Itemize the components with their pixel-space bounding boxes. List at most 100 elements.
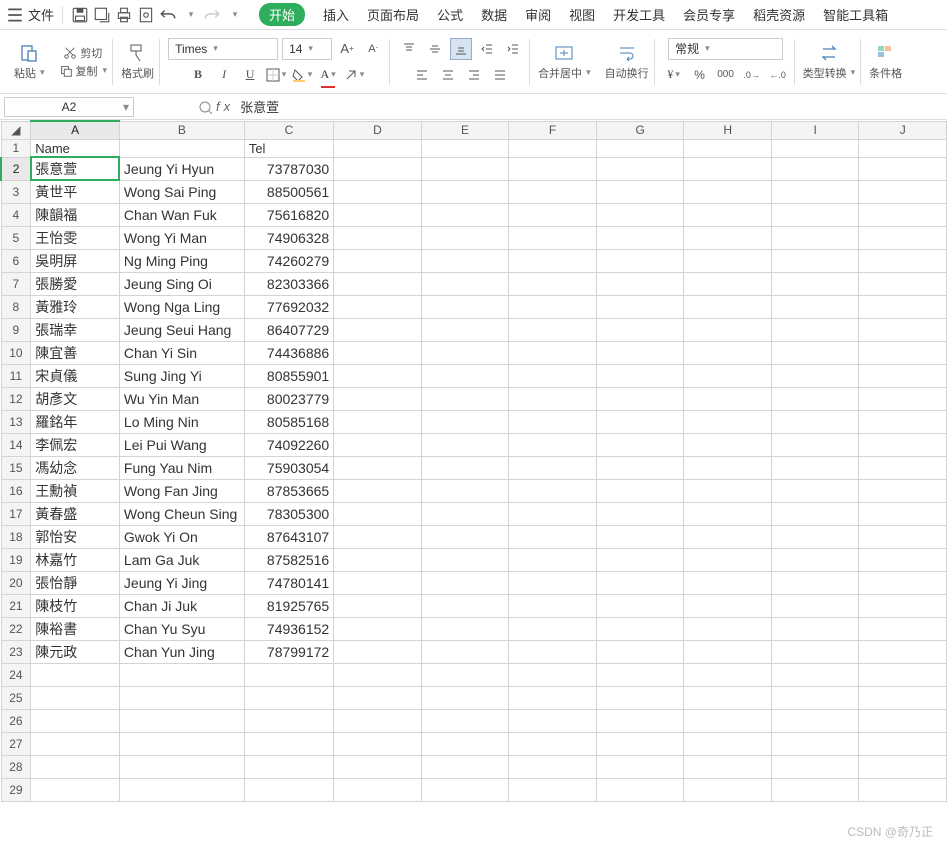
row-header-28[interactable]: 28 xyxy=(1,755,31,778)
cell-B8[interactable]: Wong Nga Ling xyxy=(119,295,244,318)
cell-A5[interactable]: 王怡雯 xyxy=(31,226,120,249)
cell-B20[interactable]: Jeung Yi Jing xyxy=(119,571,244,594)
tab-3[interactable]: 公式 xyxy=(437,5,463,24)
row-header-8[interactable]: 8 xyxy=(1,295,31,318)
row-header-7[interactable]: 7 xyxy=(1,272,31,295)
row-header-11[interactable]: 11 xyxy=(1,364,31,387)
undo-dropdown[interactable] xyxy=(181,6,199,24)
print-preview-icon[interactable] xyxy=(137,6,155,24)
row-header-5[interactable]: 5 xyxy=(1,226,31,249)
cell-C15[interactable]: 75903054 xyxy=(244,456,333,479)
cell-A12[interactable]: 胡彥文 xyxy=(31,387,120,410)
tab-10[interactable]: 智能工具箱 xyxy=(823,5,888,24)
cell-C4[interactable]: 75616820 xyxy=(244,203,333,226)
tab-0[interactable]: 开始 xyxy=(259,3,305,26)
col-header-C[interactable]: C xyxy=(244,121,333,139)
row-header-14[interactable]: 14 xyxy=(1,433,31,456)
align-top-button[interactable] xyxy=(398,38,420,60)
cell-B22[interactable]: Chan Yu Syu xyxy=(119,617,244,640)
cell-C23[interactable]: 78799172 xyxy=(244,640,333,663)
cell-C22[interactable]: 74936152 xyxy=(244,617,333,640)
cell-B10[interactable]: Chan Yi Sin xyxy=(119,341,244,364)
row-header-13[interactable]: 13 xyxy=(1,410,31,433)
row-header-26[interactable]: 26 xyxy=(1,709,31,732)
cell-B4[interactable]: Chan Wan Fuk xyxy=(119,203,244,226)
cell-B7[interactable]: Jeung Sing Oi xyxy=(119,272,244,295)
underline-button[interactable]: U xyxy=(239,64,261,86)
col-header-F[interactable]: F xyxy=(509,121,597,139)
redo-icon[interactable] xyxy=(203,6,221,24)
cell-A6[interactable]: 吳明屏 xyxy=(31,249,120,272)
cell-A18[interactable]: 郭怡安 xyxy=(31,525,120,548)
tab-5[interactable]: 审阅 xyxy=(525,5,551,24)
hamburger-icon[interactable] xyxy=(6,6,24,24)
increase-indent-button[interactable] xyxy=(502,38,524,60)
tab-1[interactable]: 插入 xyxy=(323,5,349,24)
file-menu[interactable]: 文件 xyxy=(28,5,54,24)
row-header-15[interactable]: 15 xyxy=(1,456,31,479)
cell-C3[interactable]: 88500561 xyxy=(244,180,333,203)
percent-button[interactable]: % xyxy=(689,64,711,86)
row-header-17[interactable]: 17 xyxy=(1,502,31,525)
undo-icon[interactable] xyxy=(159,6,177,24)
align-middle-button[interactable] xyxy=(424,38,446,60)
col-header-E[interactable]: E xyxy=(421,121,509,139)
cell-A23[interactable]: 陳元政 xyxy=(31,640,120,663)
row-header-19[interactable]: 19 xyxy=(1,548,31,571)
tab-2[interactable]: 页面布局 xyxy=(367,5,419,24)
row-header-22[interactable]: 22 xyxy=(1,617,31,640)
row-header-16[interactable]: 16 xyxy=(1,479,31,502)
cell-B23[interactable]: Chan Yun Jing xyxy=(119,640,244,663)
row-header-18[interactable]: 18 xyxy=(1,525,31,548)
decrease-decimal-button[interactable]: ←.0 xyxy=(767,64,789,86)
font-color-button[interactable]: A xyxy=(317,64,339,86)
row-header-3[interactable]: 3 xyxy=(1,180,31,203)
number-format-selector[interactable]: 常规 xyxy=(668,38,783,60)
cell-B11[interactable]: Sung Jing Yi xyxy=(119,364,244,387)
cell-B5[interactable]: Wong Yi Man xyxy=(119,226,244,249)
type-convert-label[interactable]: 类型转换 xyxy=(803,65,856,81)
format-painter-icon[interactable] xyxy=(128,43,148,63)
cell-A10[interactable]: 陳宜善 xyxy=(31,341,120,364)
tab-4[interactable]: 数据 xyxy=(481,5,507,24)
currency-button[interactable]: ¥ xyxy=(663,64,685,86)
cell-C1[interactable]: Tel xyxy=(244,139,333,157)
row-header-20[interactable]: 20 xyxy=(1,571,31,594)
copy-button[interactable]: 复制 xyxy=(59,63,108,79)
cell-A17[interactable]: 黃春盛 xyxy=(31,502,120,525)
formula-value[interactable]: 张意萱 xyxy=(240,97,279,116)
fill-color-button[interactable] xyxy=(291,64,313,86)
row-header-6[interactable]: 6 xyxy=(1,249,31,272)
select-all-corner[interactable]: ◢ xyxy=(1,121,31,139)
cell-C5[interactable]: 74906328 xyxy=(244,226,333,249)
cell-B19[interactable]: Lam Ga Juk xyxy=(119,548,244,571)
name-box[interactable]: A2▾ xyxy=(4,97,134,117)
tab-6[interactable]: 视图 xyxy=(569,5,595,24)
cell-C19[interactable]: 87582516 xyxy=(244,548,333,571)
cell-B2[interactable]: Jeung Yi Hyun xyxy=(119,157,244,180)
thousands-button[interactable]: 000 xyxy=(715,64,737,86)
cell-A7[interactable]: 張勝愛 xyxy=(31,272,120,295)
cell-C17[interactable]: 78305300 xyxy=(244,502,333,525)
cell-C10[interactable]: 74436886 xyxy=(244,341,333,364)
cell-A11[interactable]: 宋貞儀 xyxy=(31,364,120,387)
col-header-D[interactable]: D xyxy=(334,121,422,139)
save-icon[interactable] xyxy=(71,6,89,24)
increase-decimal-button[interactable]: .0→ xyxy=(741,64,763,86)
cell-C16[interactable]: 87853665 xyxy=(244,479,333,502)
tab-9[interactable]: 稻壳资源 xyxy=(753,5,805,24)
col-header-H[interactable]: H xyxy=(684,121,772,139)
col-header-A[interactable]: A xyxy=(31,121,120,139)
align-right-button[interactable] xyxy=(463,64,485,86)
spreadsheet-grid[interactable]: ◢ABCDEFGHIJ 1NameTel2張意萱Jeung Yi Hyun737… xyxy=(0,120,947,850)
cell-C13[interactable]: 80585168 xyxy=(244,410,333,433)
col-header-J[interactable]: J xyxy=(859,121,947,139)
cond-fmt-icon[interactable] xyxy=(876,43,896,63)
cell-A19[interactable]: 林嘉竹 xyxy=(31,548,120,571)
merge-label[interactable]: 合并居中 xyxy=(538,65,591,81)
cell-C20[interactable]: 74780141 xyxy=(244,571,333,594)
print-icon[interactable] xyxy=(115,6,133,24)
cell-B14[interactable]: Lei Pui Wang xyxy=(119,433,244,456)
cell-B13[interactable]: Lo Ming Nin xyxy=(119,410,244,433)
cell-A22[interactable]: 陳裕書 xyxy=(31,617,120,640)
